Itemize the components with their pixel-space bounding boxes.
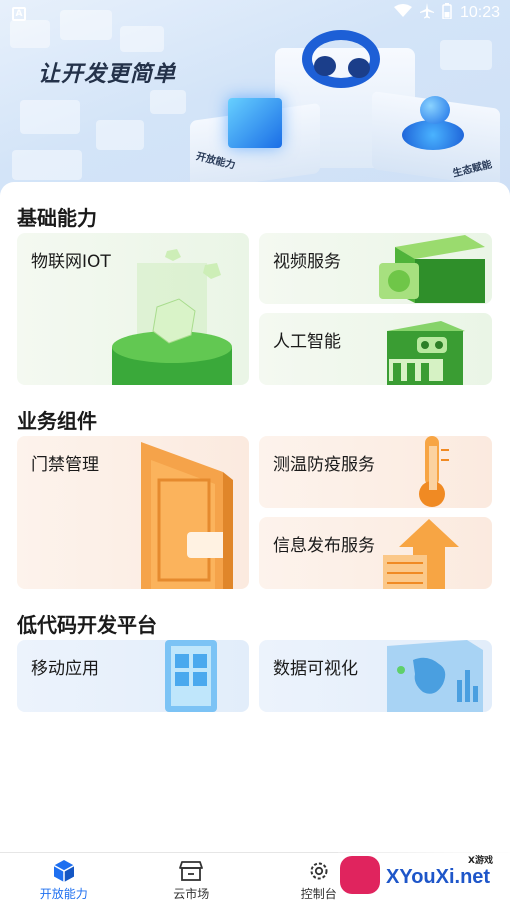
nav-item-open-capabilities[interactable]: 开放能力 <box>0 853 128 906</box>
nav-label: 开放能力 <box>39 887 88 901</box>
hero-cube-graphic <box>228 98 282 148</box>
thermometer-icon <box>419 436 449 507</box>
publish-arrow-icon <box>383 519 459 589</box>
nav-item-cloud-market[interactable]: 云市场 <box>128 853 256 906</box>
card-mobile-app[interactable]: 移动应用 <box>17 640 249 712</box>
nav-label: 云市场 <box>173 887 210 901</box>
door-icon <box>141 442 233 589</box>
card-label: 数据可视化 <box>273 659 358 679</box>
ai-robot-icon <box>387 321 465 385</box>
wifi-icon <box>393 4 412 22</box>
mobile-app-icon <box>165 640 217 712</box>
watermark-text: XYouXi.net <box>386 866 491 888</box>
gear-icon <box>306 859 332 883</box>
cube-icon <box>51 859 77 883</box>
card-iot[interactable]: 物联网IOT <box>17 233 249 385</box>
card-ai[interactable]: 人工智能 <box>259 313 492 385</box>
card-label: 门禁管理 <box>31 455 99 475</box>
card-access-control[interactable]: 门禁管理 <box>17 436 249 589</box>
gamepad-logo-icon <box>340 856 380 894</box>
store-icon <box>178 859 204 883</box>
hero-disc-graphic <box>402 120 464 150</box>
nav-label: 控制台 <box>300 887 337 901</box>
video-server-icon <box>379 235 485 303</box>
card-label: 移动应用 <box>31 659 99 679</box>
battery-icon <box>442 3 452 23</box>
card-info-publish[interactable]: 信息发布服务 <box>259 517 492 589</box>
app-notification-icon: A <box>12 7 26 21</box>
card-temperature[interactable]: 测温防疫服务 <box>259 436 492 508</box>
status-bar: A 10:23 <box>0 0 510 28</box>
section-title-lowcode: 低代码开发平台 <box>17 613 157 637</box>
card-label: 信息发布服务 <box>273 536 375 556</box>
card-label: 视频服务 <box>273 252 341 272</box>
hero-banner[interactable]: 让开发更简单 开放能力 生态赋能 <box>0 0 510 200</box>
data-visualization-icon <box>387 640 483 712</box>
section-title-business: 业务组件 <box>17 409 97 433</box>
watermark-small-text: X游戏 <box>468 856 493 866</box>
section-title-basic: 基础能力 <box>17 206 97 230</box>
card-video[interactable]: 视频服务 <box>259 233 492 304</box>
hero-ring-graphic <box>302 30 380 88</box>
card-label: 测温防疫服务 <box>273 455 375 475</box>
iot-platform-icon <box>112 249 232 385</box>
card-label: 人工智能 <box>273 332 341 352</box>
status-time: 10:23 <box>459 4 500 21</box>
hero-title: 让开发更简单 <box>38 62 177 87</box>
card-label: 物联网IOT <box>31 252 111 272</box>
airplane-icon <box>419 3 434 23</box>
card-data-visualization[interactable]: 数据可视化 <box>259 640 492 712</box>
